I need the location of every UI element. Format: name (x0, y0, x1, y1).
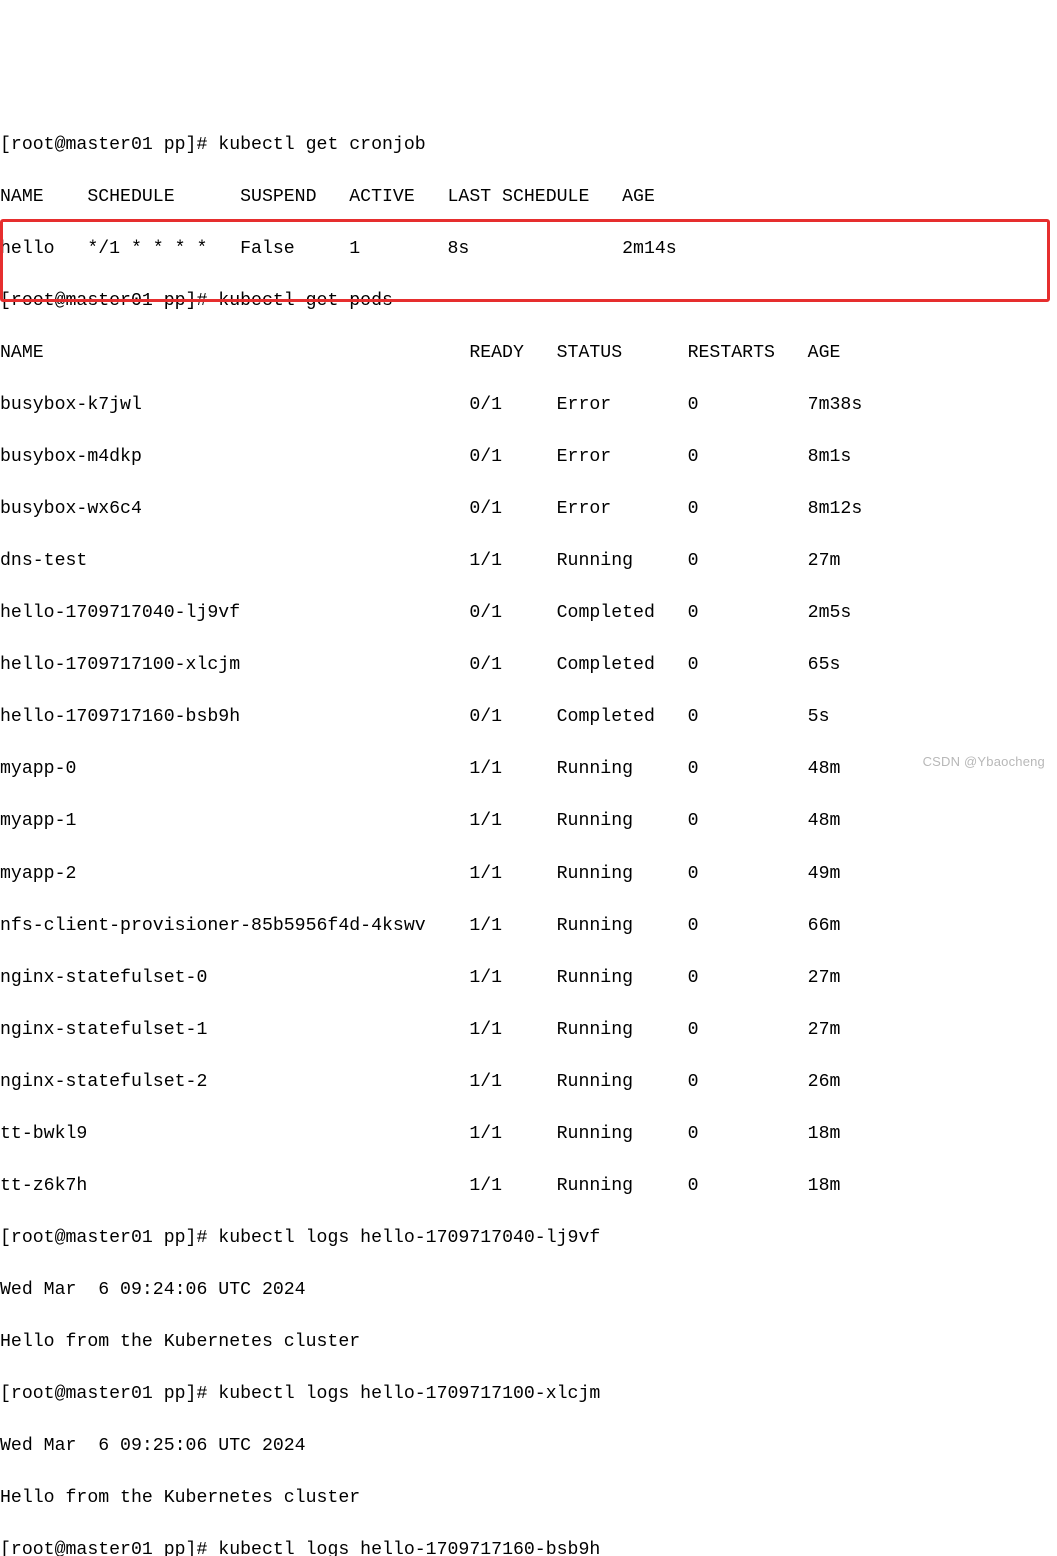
shell-prompt: [root@master01 pp]# (0, 1540, 218, 1556)
pod-row: tt-bwkl9 1/1 Running 0 18m (0, 1121, 1057, 1147)
command-line: [root@master01 pp]# kubectl logs hello-1… (0, 1381, 1057, 1407)
command-text: kubectl logs hello-1709717100-xlcjm (218, 1384, 600, 1404)
pod-row: nginx-statefulset-1 1/1 Running 0 27m (0, 1017, 1057, 1043)
command-text: kubectl get cronjob (218, 135, 425, 155)
command-text: kubectl get pods (218, 291, 393, 311)
command-text: kubectl logs hello-1709717040-lj9vf (218, 1228, 600, 1248)
pod-row: hello-1709717040-lj9vf 0/1 Completed 0 2… (0, 600, 1057, 626)
pod-row: nginx-statefulset-2 1/1 Running 0 26m (0, 1069, 1057, 1095)
log-output: Wed Mar 6 09:25:06 UTC 2024 (0, 1433, 1057, 1459)
pod-row: myapp-1 1/1 Running 0 48m (0, 808, 1057, 834)
pod-row: hello-1709717100-xlcjm 0/1 Completed 0 6… (0, 652, 1057, 678)
cronjob-row: hello */1 * * * * False 1 8s 2m14s (0, 236, 1057, 262)
command-line: [root@master01 pp]# kubectl get pods (0, 288, 1057, 314)
log-output: Wed Mar 6 09:24:06 UTC 2024 (0, 1277, 1057, 1303)
pod-row: tt-z6k7h 1/1 Running 0 18m (0, 1173, 1057, 1199)
shell-prompt: [root@master01 pp]# (0, 135, 218, 155)
terminal-output: [root@master01 pp]# kubectl get cronjob … (0, 104, 1057, 1556)
pod-row: hello-1709717160-bsb9h 0/1 Completed 0 5… (0, 704, 1057, 730)
pod-row: dns-test 1/1 Running 0 27m (0, 548, 1057, 574)
log-output: Hello from the Kubernetes cluster (0, 1329, 1057, 1355)
command-line: [root@master01 pp]# kubectl logs hello-1… (0, 1537, 1057, 1556)
watermark-text: CSDN @Ybaocheng (923, 753, 1045, 772)
shell-prompt: [root@master01 pp]# (0, 1228, 218, 1248)
command-text: kubectl logs hello-1709717160-bsb9h (218, 1540, 600, 1556)
log-output: Hello from the Kubernetes cluster (0, 1485, 1057, 1511)
pod-row: nfs-client-provisioner-85b5956f4d-4kswv … (0, 913, 1057, 939)
pod-row: busybox-m4dkp 0/1 Error 0 8m1s (0, 444, 1057, 470)
pod-row: myapp-2 1/1 Running 0 49m (0, 861, 1057, 887)
pod-row: busybox-k7jwl 0/1 Error 0 7m38s (0, 392, 1057, 418)
shell-prompt: [root@master01 pp]# (0, 291, 218, 311)
command-line: [root@master01 pp]# kubectl logs hello-1… (0, 1225, 1057, 1251)
pods-header-row: NAME READY STATUS RESTARTS AGE (0, 340, 1057, 366)
pod-row: busybox-wx6c4 0/1 Error 0 8m12s (0, 496, 1057, 522)
cronjob-header-row: NAME SCHEDULE SUSPEND ACTIVE LAST SCHEDU… (0, 184, 1057, 210)
shell-prompt: [root@master01 pp]# (0, 1384, 218, 1404)
pod-row: nginx-statefulset-0 1/1 Running 0 27m (0, 965, 1057, 991)
pod-row: myapp-0 1/1 Running 0 48m (0, 756, 1057, 782)
command-line: [root@master01 pp]# kubectl get cronjob (0, 132, 1057, 158)
